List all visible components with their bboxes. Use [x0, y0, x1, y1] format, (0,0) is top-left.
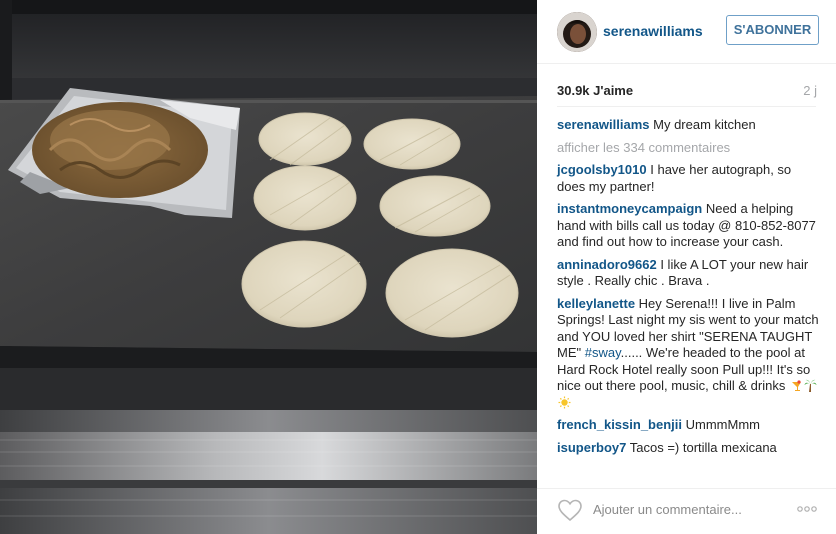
tropical-drink-emoji-icon	[791, 380, 801, 391]
comment-item: anninadoro9662 I like A LOT your new hai…	[557, 257, 819, 290]
add-comment-input[interactable]	[593, 499, 793, 519]
comment-list: serenawilliams My dream kitchen afficher…	[557, 117, 819, 462]
more-options-icon[interactable]	[796, 503, 818, 515]
post-header: serenawilliams S'ABONNER	[537, 0, 836, 64]
load-more-comments-link[interactable]: afficher les 334 commentaires	[557, 140, 819, 157]
post-actions	[537, 488, 836, 534]
follow-button[interactable]: S'ABONNER	[726, 15, 819, 45]
comment-username-link[interactable]: kelleylanette	[557, 296, 635, 311]
comment-username-link[interactable]: french_kissin_benjii	[557, 417, 682, 432]
likes-count[interactable]: 30.9k J'aime	[557, 83, 633, 98]
divider	[557, 106, 816, 107]
post-time[interactable]: 2 j	[803, 83, 817, 98]
profile-photo-icon	[557, 12, 597, 52]
header-username-link[interactable]: serenawilliams	[603, 23, 703, 39]
post-sidebar: serenawilliams S'ABONNER 30.9k J'aime 2 …	[537, 0, 836, 534]
caption-username-link[interactable]: serenawilliams	[557, 117, 650, 132]
caption-text: My dream kitchen	[653, 117, 756, 132]
comment-item: french_kissin_benjii UmmmMmm	[557, 417, 819, 434]
caption: serenawilliams My dream kitchen	[557, 117, 819, 134]
avatar[interactable]	[557, 12, 597, 52]
post-stats: 30.9k J'aime 2 j	[537, 64, 836, 108]
hashtag-link[interactable]: #sway	[585, 345, 621, 360]
comment-username-link[interactable]: jcgoolsby1010	[557, 162, 647, 177]
comment-item: instantmoneycampaign Need a helping hand…	[557, 201, 819, 251]
instagram-post: serenawilliams S'ABONNER 30.9k J'aime 2 …	[0, 0, 836, 534]
comment-username-link[interactable]: anninadoro9662	[557, 257, 657, 272]
comment-item: jcgoolsby1010 I have her autograph, so d…	[557, 162, 819, 195]
griddle-photo	[0, 0, 537, 534]
comment-text: Tacos =) tortilla mexicana	[629, 439, 777, 455]
comment-username-link[interactable]: instantmoneycampaign	[557, 201, 702, 216]
palm-tree-emoji-icon	[804, 379, 817, 392]
comment-username-link[interactable]: isuperboy7	[557, 440, 626, 455]
sun-emoji-icon	[558, 396, 571, 408]
post-photo[interactable]	[0, 0, 537, 534]
comment-item: kelleylanette Hey Serena!!! I live in Pa…	[557, 296, 819, 412]
heart-outline-icon[interactable]	[557, 498, 583, 522]
comment-text: UmmmMmm	[685, 417, 760, 432]
comment-item: isuperboy7 Tacos =) tortilla mexicana	[557, 440, 819, 457]
